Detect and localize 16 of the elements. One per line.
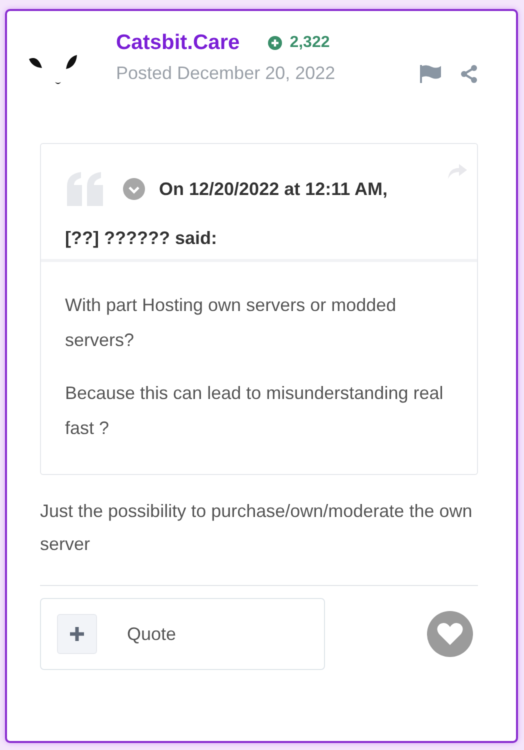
post-text: Just the possibility to purchase/own/moderate the own server bbox=[40, 500, 474, 556]
quote-button[interactable]: Quote bbox=[40, 598, 325, 670]
chevron-down-circle-icon[interactable] bbox=[123, 178, 145, 200]
quote-paragraph: Because this can lead to misunderstanding real fast ? bbox=[65, 382, 444, 440]
flag-icon[interactable] bbox=[420, 64, 442, 82]
post-date: Posted December 20, 2022 bbox=[116, 63, 336, 84]
quote-author: [??] ?????? said: bbox=[65, 228, 218, 249]
heart-like-icon[interactable] bbox=[427, 611, 473, 657]
reputation-count: 2,322 bbox=[290, 34, 330, 52]
plus-circle-icon bbox=[268, 36, 282, 50]
plus-icon bbox=[57, 614, 97, 654]
author-name[interactable]: Catsbit.Care bbox=[116, 31, 240, 55]
quote-paragraph: With part Hosting own servers or modded servers? bbox=[65, 294, 398, 352]
quotation-mark-icon bbox=[65, 172, 105, 206]
quote-header: On 12/20/2022 at 12:11 AM, bbox=[159, 178, 388, 200]
share-icon[interactable] bbox=[460, 64, 478, 82]
